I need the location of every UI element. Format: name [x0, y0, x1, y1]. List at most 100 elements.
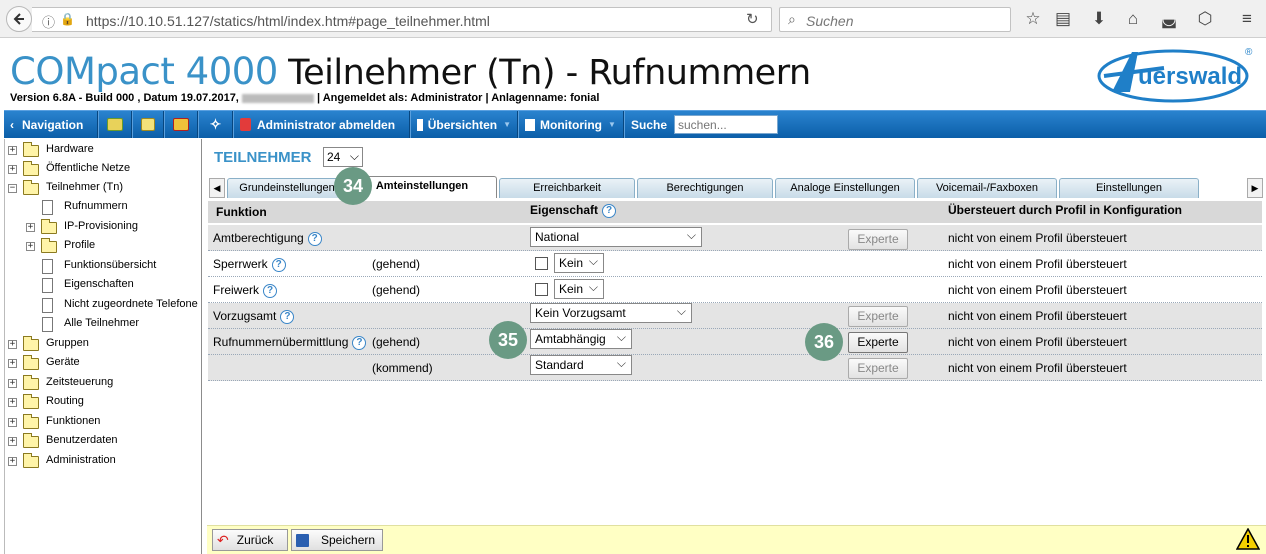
expand-icon[interactable]: +	[8, 379, 17, 388]
tree-item-rufnummern[interactable]: Rufnummern	[5, 198, 195, 216]
folder-button[interactable]	[132, 111, 164, 138]
tab-scroll-right[interactable]: ▶	[1247, 178, 1263, 198]
participant-select-value: 24	[327, 150, 341, 164]
tree-item-routing[interactable]: + Routing	[5, 393, 195, 411]
tree-item-teilnehmer[interactable]: − Teilnehmer (Tn)	[5, 179, 195, 197]
folder-icon	[41, 219, 57, 234]
expand-icon[interactable]: +	[8, 418, 17, 427]
tree-item-zeitsteuerung[interactable]: + Zeitsteuerung	[5, 374, 195, 392]
list-icon	[417, 118, 423, 131]
back-button-footer[interactable]: ↶ Zurück	[212, 529, 288, 551]
folder-icon	[23, 161, 39, 176]
participant-select[interactable]: 24 ⌵	[323, 147, 363, 167]
tree-label: Funktionsübersicht	[64, 259, 157, 271]
monitoring-menu[interactable]: Monitoring ▼	[518, 111, 624, 138]
column-eigenschaft: Eigenschaft?	[530, 203, 617, 218]
help-icon[interactable]: ?	[352, 335, 367, 350]
amtberechtigung-select[interactable]: National	[530, 227, 702, 247]
lock-warning-icon[interactable]: 🔒	[60, 12, 75, 26]
save-button[interactable]: Speichern	[291, 529, 383, 551]
undo-arrow-icon: ↶	[217, 531, 229, 548]
experte-button-1[interactable]: Experte	[848, 229, 908, 250]
tree-item-geraete[interactable]: + Geräte	[5, 354, 195, 372]
tab-erreichbarkeit[interactable]: Erreichbarkeit	[499, 178, 635, 198]
overview-menu[interactable]: Übersichten ▼	[410, 111, 518, 138]
tree-item-unassigned-phones[interactable]: Nicht zugeordnete Telefone	[5, 296, 199, 314]
rufnummernuebermittlung-kommend-select[interactable]: Standard	[530, 355, 632, 375]
row-label-text: Sperrwerk	[213, 257, 268, 271]
tree-item-funktionsuebersicht[interactable]: Funktionsübersicht	[5, 257, 195, 275]
table-row-sperrwerk: Sperrwerk? (gehend) Kein nicht von einem…	[208, 251, 1262, 277]
home-folder-button[interactable]	[98, 111, 132, 138]
expand-icon[interactable]: +	[8, 457, 17, 466]
menu-search-input[interactable]	[674, 115, 778, 134]
collapse-icon[interactable]: −	[8, 184, 17, 193]
export-folder-button[interactable]	[164, 111, 198, 138]
profile-status: nicht von einem Profil übersteuert	[948, 335, 1127, 349]
help-icon[interactable]: ?	[307, 231, 322, 246]
expand-icon[interactable]: +	[8, 340, 17, 349]
expand-icon[interactable]: +	[8, 398, 17, 407]
tree-label: Profile	[64, 239, 96, 251]
search-label: Suche	[631, 117, 668, 132]
expand-icon[interactable]: +	[8, 359, 17, 368]
logout-button[interactable]: Administrator abmelden	[233, 111, 410, 138]
tree-label: Nicht zugeordnete Telefone	[64, 298, 198, 310]
tree-label: Rufnummern	[64, 200, 128, 212]
sperrwerk-select[interactable]: Kein	[554, 253, 604, 273]
expand-icon[interactable]: +	[8, 437, 17, 446]
tree-item-administration[interactable]: + Administration	[5, 452, 195, 470]
browser-search-input[interactable]: ⌕ Suchen	[779, 7, 1011, 32]
tree-item-gruppen[interactable]: + Gruppen	[5, 335, 195, 353]
navigation-button[interactable]: ‹ Navigation	[4, 111, 98, 138]
info-icon[interactable]: ⓘ	[42, 12, 55, 31]
tree-label: IP-Provisioning	[64, 220, 138, 232]
expand-icon[interactable]: +	[26, 242, 35, 251]
wizard-button[interactable]: ✧	[198, 111, 233, 138]
tab-scroll-left[interactable]: ◀	[209, 178, 225, 198]
navigation-label: Navigation	[22, 117, 84, 132]
back-button[interactable]	[6, 6, 32, 32]
tree-item-hardware[interactable]: + Hardware	[5, 141, 195, 159]
folder-icon	[23, 375, 39, 390]
experte-button-4[interactable]: Experte	[848, 358, 908, 379]
extension-icon[interactable]: ⬡	[1194, 9, 1216, 29]
vorzugsamt-select[interactable]: Kein Vorzugsamt	[530, 303, 692, 323]
help-icon[interactable]: ?	[263, 283, 278, 298]
document-icon	[42, 200, 53, 215]
callout-badge-36: 36	[805, 323, 843, 361]
expand-icon[interactable]: +	[8, 146, 17, 155]
tree-item-benutzerdaten[interactable]: + Benutzerdaten	[5, 432, 195, 450]
experte-button-3[interactable]: Experte	[848, 332, 908, 353]
tree-item-public-networks[interactable]: + Öffentliche Netze	[5, 160, 195, 178]
pocket-icon[interactable]: ◛	[1158, 9, 1180, 29]
warning-icon[interactable]	[1236, 528, 1260, 550]
experte-button-2[interactable]: Experte	[848, 306, 908, 327]
tab-grundeinstellungen[interactable]: Grundeinstellungen	[227, 178, 347, 198]
expand-icon[interactable]: +	[8, 165, 17, 174]
freiwerk-select[interactable]: Kein	[554, 279, 604, 299]
tab-einstellungen[interactable]: Einstellungen	[1059, 178, 1199, 198]
address-bar[interactable]: ⓘ 🔒 https://10.10.51.127/statics/html/in…	[32, 7, 772, 32]
tree-item-eigenschaften[interactable]: Eigenschaften	[5, 276, 195, 294]
bookmark-star-icon[interactable]: ☆	[1022, 9, 1044, 29]
sperrwerk-checkbox[interactable]	[535, 257, 548, 270]
reload-icon[interactable]: ↻	[746, 10, 759, 28]
tree-item-ip-provisioning[interactable]: + IP-Provisioning	[5, 218, 195, 236]
tree-item-funktionen[interactable]: + Funktionen	[5, 413, 195, 431]
hamburger-menu-icon[interactable]: ≡	[1236, 9, 1258, 29]
help-icon[interactable]: ?	[271, 257, 286, 272]
rufnummernuebermittlung-gehend-select[interactable]: Amtabhängig	[530, 329, 632, 349]
tab-voicemail-faxboxen[interactable]: Voicemail-/Faxboxen	[917, 178, 1057, 198]
tab-berechtigungen[interactable]: Berechtigungen	[637, 178, 773, 198]
tab-analoge-einstellungen[interactable]: Analoge Einstellungen	[775, 178, 915, 198]
download-icon[interactable]: ⬇	[1088, 9, 1110, 29]
tree-item-alle-teilnehmer[interactable]: Alle Teilnehmer	[5, 315, 195, 333]
expand-icon[interactable]: +	[26, 223, 35, 232]
home-icon[interactable]: ⌂	[1122, 9, 1144, 29]
tree-item-profile[interactable]: + Profile	[5, 237, 195, 255]
help-icon[interactable]: ?	[602, 203, 617, 218]
reading-list-icon[interactable]: ▤	[1052, 9, 1074, 29]
freiwerk-checkbox[interactable]	[535, 283, 548, 296]
help-icon[interactable]: ?	[280, 309, 295, 324]
